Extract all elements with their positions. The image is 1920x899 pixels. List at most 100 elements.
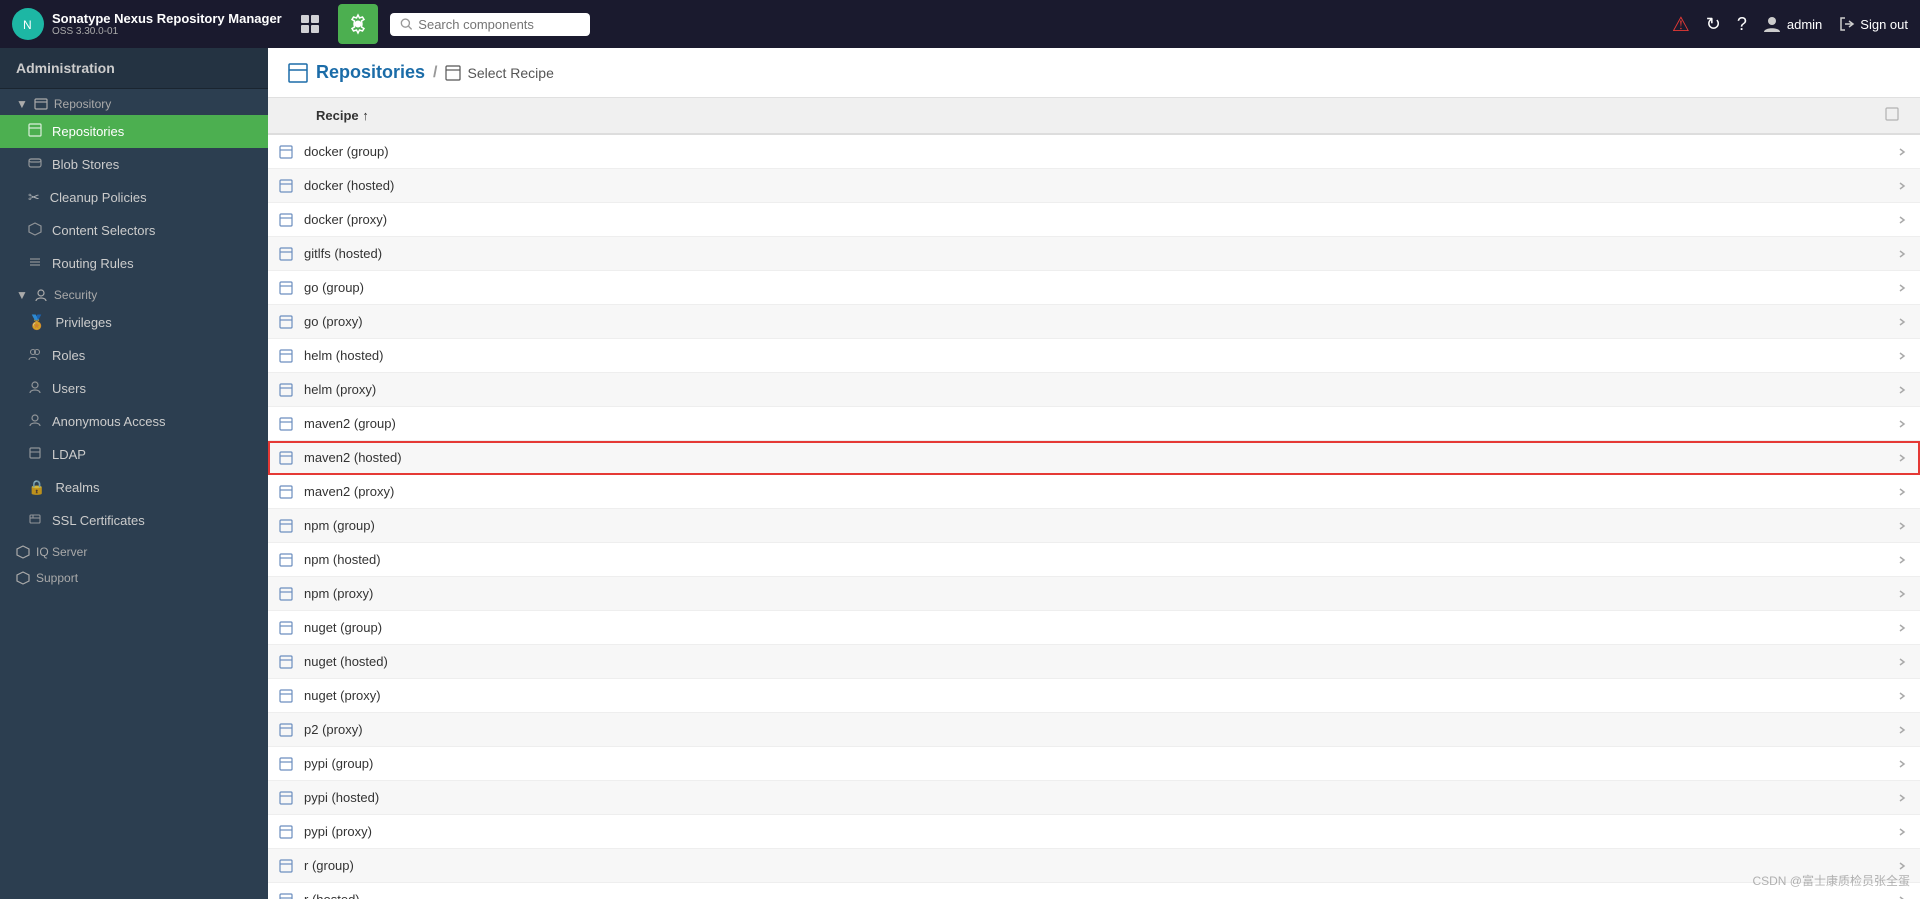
sidebar-section-security: ▼ Security 🏅 Privileges Roles Users [0, 280, 268, 537]
row-repo-icon [268, 417, 304, 431]
row-chevron-icon [1884, 453, 1920, 463]
table-row[interactable]: pypi (group) [268, 747, 1920, 781]
sidebar-item-privileges[interactable]: 🏅 Privileges [0, 306, 268, 339]
header-action-col [1884, 106, 1920, 125]
row-chevron-icon [1884, 351, 1920, 361]
settings-icon-btn[interactable] [338, 4, 378, 44]
row-repo-icon [268, 247, 304, 261]
user-avatar-icon [1763, 15, 1781, 33]
row-recipe-name: go (group) [304, 280, 1884, 295]
main-layout: Administration ▼ Repository Repositories… [0, 48, 1920, 899]
sidebar-item-repositories[interactable]: Repositories [0, 115, 268, 148]
app-logo: N [12, 8, 44, 40]
sidebar-item-ldap[interactable]: LDAP [0, 438, 268, 471]
sign-out-btn[interactable]: Sign out [1838, 15, 1908, 33]
table-row[interactable]: nuget (proxy) [268, 679, 1920, 713]
table-row[interactable]: helm (proxy) [268, 373, 1920, 407]
row-chevron-icon [1884, 147, 1920, 157]
users-icon [28, 380, 42, 397]
row-chevron-icon [1884, 623, 1920, 633]
sidebar-item-cleanup-policies[interactable]: ✂ Cleanup Policies [0, 181, 268, 214]
roles-icon [28, 347, 42, 364]
row-repo-icon [268, 689, 304, 703]
row-recipe-name: maven2 (hosted) [304, 450, 1884, 465]
row-repo-icon [268, 621, 304, 635]
table-row[interactable]: p2 (proxy) [268, 713, 1920, 747]
table-row[interactable]: helm (hosted) [268, 339, 1920, 373]
table-row[interactable]: docker (hosted) [268, 169, 1920, 203]
sidebar-item-routing-rules[interactable]: Routing Rules [0, 247, 268, 280]
table-row[interactable]: r (hosted) [268, 883, 1920, 899]
table-row[interactable]: nuget (hosted) [268, 645, 1920, 679]
row-recipe-name: nuget (proxy) [304, 688, 1884, 703]
refresh-icon[interactable]: ↻ [1706, 14, 1721, 35]
row-chevron-icon [1884, 793, 1920, 803]
table-row[interactable]: pypi (hosted) [268, 781, 1920, 815]
header-recipe-col[interactable]: Recipe ↑ [304, 108, 1884, 123]
table-row[interactable]: docker (group) [268, 135, 1920, 169]
cleanup-policies-icon: ✂ [28, 189, 40, 206]
search-box[interactable] [390, 13, 590, 36]
table-row[interactable]: npm (proxy) [268, 577, 1920, 611]
sidebar-item-users[interactable]: Users [0, 372, 268, 405]
sidebar-group-support[interactable]: Support [0, 563, 268, 589]
app-subtitle: OSS 3.30.0-01 [52, 26, 282, 37]
row-recipe-name: docker (proxy) [304, 212, 1884, 227]
table-rows-container: docker (group)docker (hosted) docker (pro… [268, 135, 1920, 899]
row-repo-icon [268, 859, 304, 873]
sign-out-label: Sign out [1860, 17, 1908, 32]
row-recipe-name: go (proxy) [304, 314, 1884, 329]
blob-stores-icon [28, 156, 42, 173]
sidebar-item-realms[interactable]: 🔒 Realms [0, 471, 268, 504]
sidebar-item-ssl-certificates[interactable]: SSL Certificates [0, 504, 268, 537]
sidebar-group-iq[interactable]: IQ Server [0, 537, 268, 563]
row-repo-icon [268, 553, 304, 567]
sidebar: Administration ▼ Repository Repositories… [0, 48, 268, 899]
table-row[interactable]: r (group) [268, 849, 1920, 883]
row-repo-icon [268, 519, 304, 533]
row-repo-icon [268, 723, 304, 737]
row-chevron-icon [1884, 589, 1920, 599]
sign-out-icon [1838, 15, 1856, 33]
table-row[interactable]: maven2 (group) [268, 407, 1920, 441]
row-recipe-name: nuget (hosted) [304, 654, 1884, 669]
app-title-block: Sonatype Nexus Repository Manager OSS 3.… [52, 11, 282, 37]
user-info[interactable]: admin [1763, 15, 1822, 33]
sidebar-item-ssl-certificates-label: SSL Certificates [52, 513, 145, 528]
breadcrumb-sub: Select Recipe [445, 65, 553, 81]
row-repo-icon [268, 825, 304, 839]
table-row[interactable]: docker (proxy) [268, 203, 1920, 237]
sidebar-section-support: Support [0, 563, 268, 589]
breadcrumb-main[interactable]: Repositories [316, 62, 425, 83]
nav-right: ⚠ ↻ ? admin Sign out [1672, 12, 1908, 37]
table-row[interactable]: npm (hosted) [268, 543, 1920, 577]
sidebar-item-anonymous-access[interactable]: Anonymous Access [0, 405, 268, 438]
table-row[interactable]: pypi (proxy) [268, 815, 1920, 849]
sidebar-item-blob-stores[interactable]: Blob Stores [0, 148, 268, 181]
table-row[interactable]: go (group) [268, 271, 1920, 305]
sidebar-group-support-label: Support [36, 571, 78, 585]
help-icon[interactable]: ? [1737, 14, 1747, 35]
search-input[interactable] [418, 17, 579, 32]
sidebar-group-repository[interactable]: ▼ Repository [0, 89, 268, 115]
row-recipe-name: helm (hosted) [304, 348, 1884, 363]
row-chevron-icon [1884, 691, 1920, 701]
table-row[interactable]: nuget (group) [268, 611, 1920, 645]
sidebar-item-content-selectors[interactable]: Content Selectors [0, 214, 268, 247]
table-row[interactable]: maven2 (hosted) [268, 441, 1920, 475]
sidebar-item-roles[interactable]: Roles [0, 339, 268, 372]
row-recipe-name: nuget (group) [304, 620, 1884, 635]
sidebar-group-iq-label: IQ Server [36, 545, 87, 559]
row-chevron-icon [1884, 181, 1920, 191]
table-row[interactable]: npm (group) [268, 509, 1920, 543]
table-row[interactable]: maven2 (proxy) [268, 475, 1920, 509]
browse-icon-btn[interactable] [290, 4, 330, 44]
table-row[interactable]: go (proxy) [268, 305, 1920, 339]
alert-icon[interactable]: ⚠ [1672, 12, 1690, 37]
sidebar-section-iq: IQ Server [0, 537, 268, 563]
sidebar-item-blob-stores-label: Blob Stores [52, 157, 119, 172]
row-recipe-name: pypi (proxy) [304, 824, 1884, 839]
table-row[interactable]: gitlfs (hosted) [268, 237, 1920, 271]
sidebar-group-security[interactable]: ▼ Security [0, 280, 268, 306]
row-repo-icon [268, 179, 304, 193]
